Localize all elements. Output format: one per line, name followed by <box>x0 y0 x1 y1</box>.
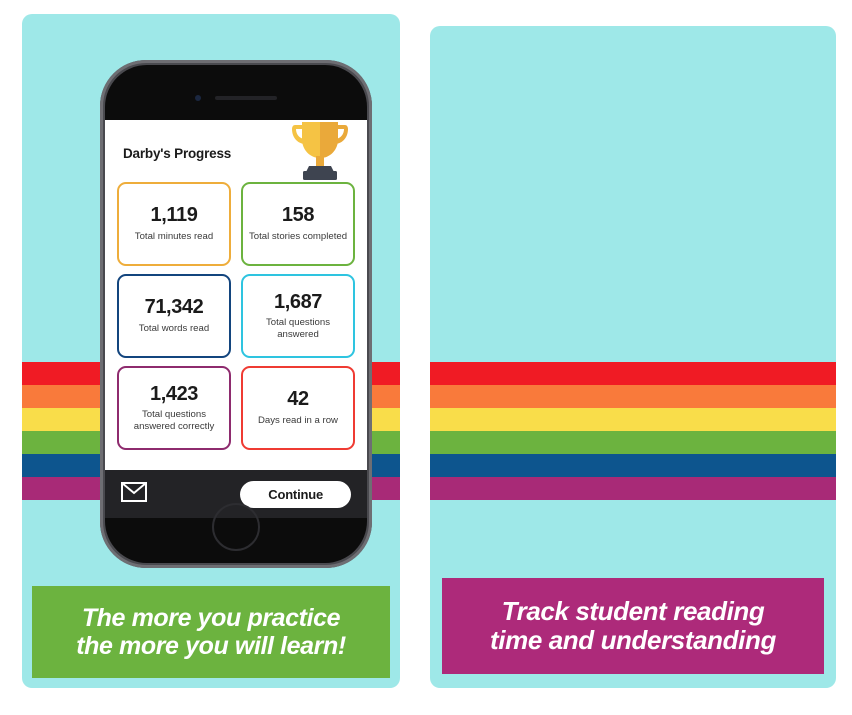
stat-card[interactable]: 1,119 Total minutes read <box>117 182 231 266</box>
rainbow-stripe-red <box>430 362 836 385</box>
stat-label: Total minutes read <box>134 230 214 242</box>
caption-line-1: Track student reading <box>501 595 765 626</box>
caption-line-1: The more you practice <box>81 604 341 632</box>
stat-label: Total stories completed <box>248 230 348 242</box>
stat-card[interactable]: 1,423 Total questions answered correctly <box>117 366 231 450</box>
stat-label: Total questions answered <box>266 317 330 340</box>
rainbow-stripe-green <box>430 431 836 454</box>
stat-card[interactable]: 42 Days read in a row <box>241 366 355 450</box>
caption-line-2: time and understanding <box>490 625 776 655</box>
stats-grid: 1,119 Total minutes read 158 Total stori… <box>117 182 355 450</box>
rainbow-stripe-yellow <box>430 408 836 431</box>
trophy-icon <box>289 120 351 187</box>
right-screenshot-panel: Gr 2nd Grade 0/23 completed Dodgeball Da… <box>430 26 836 688</box>
phone-sensors-left <box>105 95 367 101</box>
screenshot-stage: Darby's Progress 1,119 Total minutes rea… <box>0 0 852 715</box>
earpiece-speaker <box>215 96 277 100</box>
stat-value: 158 <box>281 204 315 227</box>
app-screen-progress: Darby's Progress 1,119 Total minutes rea… <box>105 120 367 518</box>
page-title: Darby's Progress <box>123 146 232 161</box>
front-camera-icon <box>195 95 201 101</box>
phone-bezel-left: Darby's Progress 1,119 Total minutes rea… <box>105 65 367 563</box>
left-screenshot-panel: Darby's Progress 1,119 Total minutes rea… <box>22 14 400 688</box>
caption-line-2: the more you will learn! <box>76 632 346 660</box>
caption-banner-left: The more you practice the more you will … <box>32 586 390 678</box>
rainbow-stripe-magenta <box>430 477 836 500</box>
stat-card[interactable]: 1,687 Total questions answered <box>241 274 355 358</box>
stat-value: 1,687 <box>273 290 323 313</box>
stat-label: Total questions answered correctly <box>133 409 215 432</box>
progress-header: Darby's Progress <box>105 120 367 182</box>
stat-label: Total words read <box>138 322 210 334</box>
rainbow-stripe-blue <box>430 454 836 477</box>
stat-card[interactable]: 158 Total stories completed <box>241 182 355 266</box>
stat-value: 71,342 <box>144 296 204 319</box>
stat-value: 1,119 <box>150 204 198 227</box>
home-button[interactable] <box>212 503 260 551</box>
stat-label: Days read in a row <box>258 414 338 426</box>
stat-card[interactable]: 71,342 Total words read <box>117 274 231 358</box>
stat-value: 42 <box>287 388 309 411</box>
envelope-icon[interactable] <box>121 481 147 507</box>
phone-mockup-left: Darby's Progress 1,119 Total minutes rea… <box>100 60 372 568</box>
continue-button[interactable]: Continue <box>240 480 351 508</box>
caption-banner-right: Track student reading time and understan… <box>442 578 824 674</box>
rainbow-stripe-orange <box>430 385 836 408</box>
rainbow-stripes-right <box>430 362 836 500</box>
stat-value: 1,423 <box>149 382 199 405</box>
